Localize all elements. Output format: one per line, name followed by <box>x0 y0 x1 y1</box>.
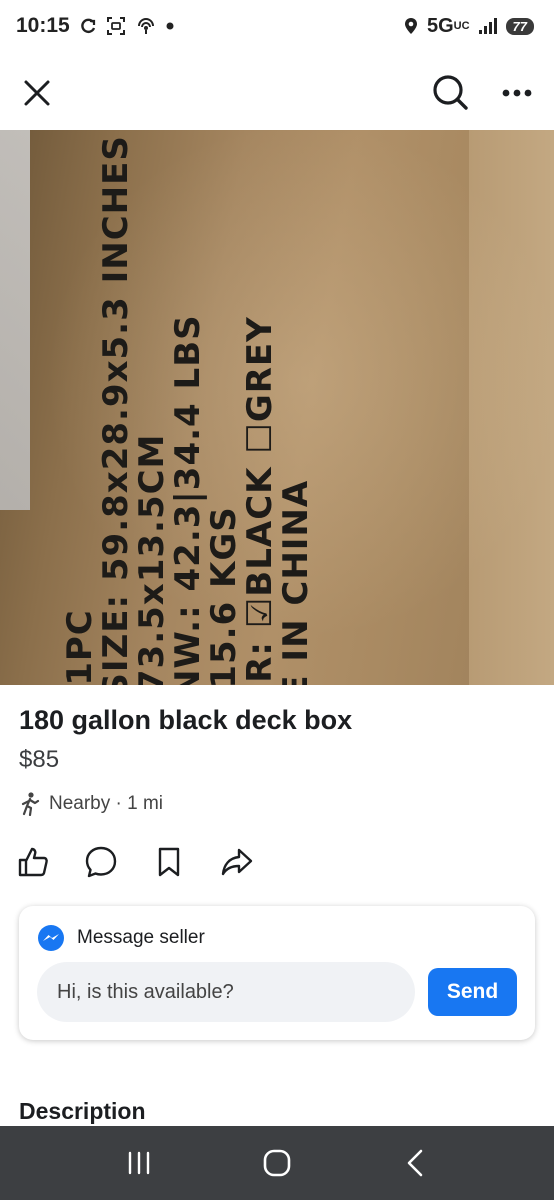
recent-apps-icon <box>128 1151 150 1175</box>
dot-icon <box>166 22 174 30</box>
signal-bars-icon <box>478 18 497 34</box>
box-printed-text: QTY: 1PCCTN SIZE: 59.8x28.9x5.3 INCHES 1… <box>60 135 316 685</box>
more-options-button[interactable] <box>496 74 538 112</box>
screenshot-icon <box>106 16 126 36</box>
back-icon <box>407 1149 423 1177</box>
save-button[interactable] <box>152 842 186 882</box>
message-header: Message seller <box>37 924 205 952</box>
android-nav-bar <box>0 1126 554 1200</box>
box-text-line: CTN SIZE: 59.8x28.9x5.3 INCHES <box>96 135 136 685</box>
box-text-line: GW./NW.: 42.3|34.4 LBS <box>168 314 208 685</box>
listing-price: $85 <box>19 746 60 773</box>
box-text-line: MADE IN CHINA <box>276 479 316 685</box>
messenger-icon <box>38 925 64 951</box>
location-text: Nearby · 1 mi <box>49 793 164 814</box>
top-nav <box>0 52 554 130</box>
box-text-line: 152x73.5x13.5CM <box>132 433 172 685</box>
walking-person-icon <box>21 792 40 816</box>
like-button[interactable] <box>16 842 50 882</box>
share-button[interactable] <box>220 842 254 882</box>
box-text-line: COLOR: ☑BLACK ☐GREY <box>240 316 280 685</box>
location-pin-icon <box>404 17 418 35</box>
sync-icon <box>79 17 97 35</box>
message-input[interactable] <box>37 962 415 1022</box>
recent-apps-button[interactable] <box>109 1133 169 1193</box>
comment-button[interactable] <box>84 842 118 882</box>
network-type: 5G <box>426 14 454 37</box>
description-heading: Description <box>19 1098 146 1124</box>
listing-title: 180 gallon black deck box <box>19 705 353 735</box>
action-row <box>16 842 254 882</box>
search-button[interactable] <box>428 70 472 114</box>
network-label: 5G UC <box>427 15 470 38</box>
close-button[interactable] <box>18 74 56 112</box>
battery-indicator: 77 <box>505 17 534 35</box>
comment-icon <box>85 846 117 878</box>
status-time: 10:15 <box>16 14 70 37</box>
like-icon <box>18 847 48 877</box>
podcast-icon <box>135 16 157 36</box>
status-left: 10:15 <box>16 14 174 38</box>
back-button[interactable] <box>385 1133 445 1193</box>
location-row: Nearby · 1 mi <box>19 792 163 816</box>
box-text-line: 19.2|15.6 KGS <box>204 506 244 685</box>
message-header-label: Message seller <box>77 927 205 948</box>
listing-photo[interactable]: QTY: 1PCCTN SIZE: 59.8x28.9x5.3 INCHES 1… <box>0 130 554 685</box>
message-seller-card: Message seller Send <box>19 906 535 1040</box>
more-options-icon <box>502 89 532 97</box>
send-button[interactable]: Send <box>428 968 517 1016</box>
status-bar: 10:15 5G UC 77 <box>0 0 554 52</box>
status-right: 5G UC 77 <box>404 15 534 38</box>
search-icon <box>433 75 468 110</box>
home-icon <box>263 1149 291 1177</box>
share-icon <box>221 848 253 876</box>
home-button[interactable] <box>247 1133 307 1193</box>
close-icon <box>24 80 50 106</box>
box-text-line: QTY: 1PC <box>60 135 100 685</box>
save-icon <box>158 847 180 877</box>
network-suffix: UC <box>453 20 470 32</box>
